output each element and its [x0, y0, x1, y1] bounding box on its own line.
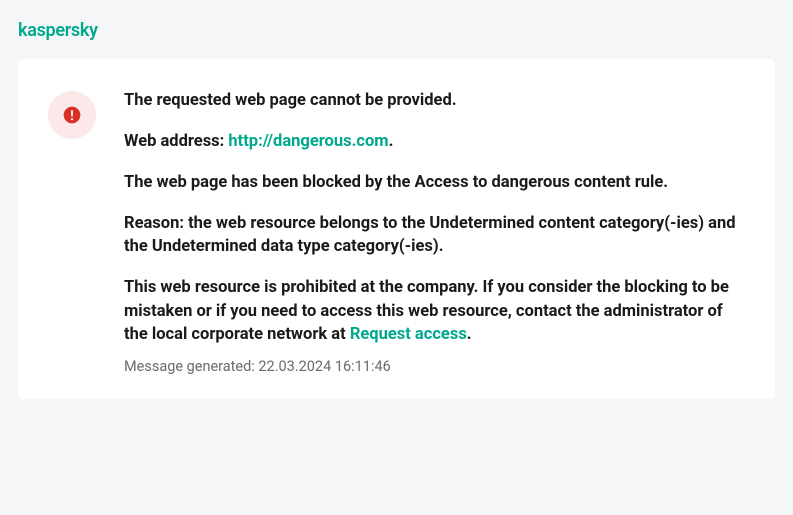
message-content: The requested web page cannot be provide…	[124, 89, 745, 375]
heading-text: The requested web page cannot be provide…	[124, 89, 745, 112]
prohibited-text: This web resource is prohibited at the c…	[124, 276, 745, 345]
address-period: .	[389, 132, 394, 151]
prohibited-suffix: .	[467, 325, 472, 344]
request-access-link[interactable]: Request access	[350, 325, 467, 344]
reason-text: Reason: the web resource belongs to the …	[124, 212, 745, 258]
brand-logo: kaspersky	[18, 20, 775, 41]
blocked-rule-text: The web page has been blocked by the Acc…	[124, 171, 745, 194]
block-message-card: The requested web page cannot be provide…	[18, 59, 775, 399]
address-line: Web address: http://dangerous.com.	[124, 130, 745, 153]
address-url-link[interactable]: http://dangerous.com	[228, 132, 388, 151]
generated-timestamp: Message generated: 22.03.2024 16:11:46	[124, 358, 745, 375]
address-label: Web address:	[124, 132, 228, 151]
alert-icon	[62, 105, 82, 125]
alert-icon-badge	[48, 91, 96, 139]
